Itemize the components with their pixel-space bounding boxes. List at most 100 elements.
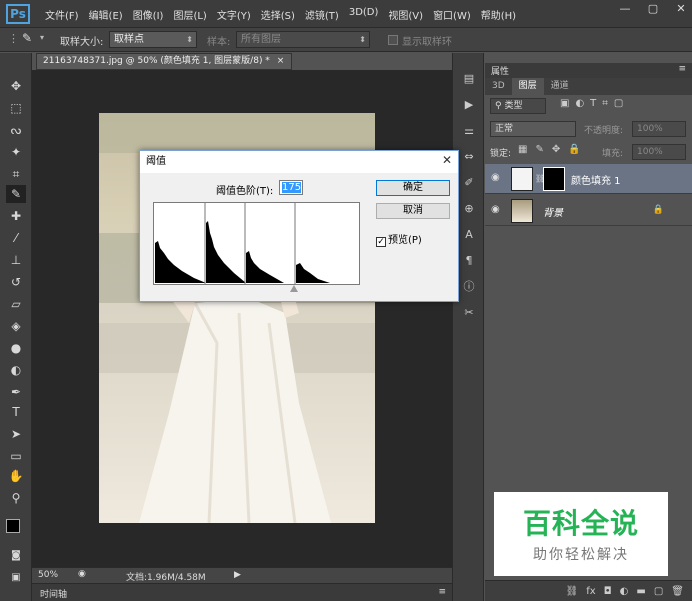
- sample-size-label: 取样大小:: [60, 37, 104, 48]
- layer-row-color-fill[interactable]: ◉ ⛓ 颜色填充 1: [485, 164, 692, 194]
- history-brush-tool-icon[interactable]: ↺: [6, 273, 26, 291]
- path-selection-tool-icon[interactable]: ➤: [6, 425, 26, 443]
- rectangle-tool-icon[interactable]: ▭: [6, 447, 26, 465]
- menu-view[interactable]: 视图(V): [383, 7, 428, 22]
- close-icon[interactable]: ✕: [442, 153, 452, 167]
- timeline-menu-icon[interactable]: ≡: [438, 587, 446, 597]
- layer-row-background[interactable]: ◉ 背景 🔒: [485, 196, 692, 226]
- tab-3d[interactable]: 3D: [485, 78, 512, 95]
- brush-panel-icon[interactable]: ✐: [460, 175, 478, 191]
- menu-window[interactable]: 窗口(W): [428, 7, 476, 22]
- magic-wand-tool-icon[interactable]: ✦: [6, 143, 26, 161]
- move-tool-icon[interactable]: ✥: [6, 77, 26, 95]
- document-tab[interactable]: 21163748371.jpg @ 50% (颜色填充 1, 图层蒙版/8) *…: [36, 53, 292, 70]
- menu-select[interactable]: 选择(S): [256, 7, 300, 22]
- new-layer-icon[interactable]: ▢: [654, 586, 663, 597]
- menu-3d[interactable]: 3D(D): [344, 7, 384, 22]
- tab-layers[interactable]: 图层: [511, 78, 544, 95]
- dodge-tool-icon[interactable]: ◐: [6, 361, 26, 379]
- threshold-histogram: [153, 202, 360, 285]
- opacity-label: 不透明度:: [584, 126, 624, 136]
- opacity-input[interactable]: 100%: [632, 121, 686, 137]
- link-layers-icon[interactable]: ⛓: [566, 586, 579, 597]
- watermark-sub-text: 助你轻松解决: [533, 547, 629, 563]
- tools-panel: ✥ ⬚ ᔓ ✦ ⌗ ✎ ✚ ⁄ ⊥ ↺ ▱ ◈ ● ◐ ✒ T ➤ ▭ ✋ ⚲ …: [0, 53, 32, 601]
- blend-mode-select[interactable]: 正常: [490, 121, 576, 137]
- sample-size-select[interactable]: 取样点: [109, 31, 197, 48]
- paragraph-panel-icon[interactable]: ¶: [460, 253, 478, 269]
- paint-bucket-tool-icon[interactable]: ◈: [6, 317, 26, 335]
- adjustment-layer-icon[interactable]: ◐: [620, 586, 629, 597]
- clone-source-icon[interactable]: ⊕: [460, 201, 478, 217]
- brush-tool-icon[interactable]: ⁄: [6, 229, 26, 247]
- info-panel-icon[interactable]: ⓘ: [460, 279, 478, 295]
- healing-tool-icon[interactable]: ✚: [6, 207, 26, 225]
- actions-panel-icon[interactable]: ▶: [460, 97, 478, 113]
- crop-tool-icon[interactable]: ⌗: [6, 165, 26, 183]
- restore-button[interactable]: ▢: [646, 2, 660, 16]
- status-info-icon[interactable]: ◉: [78, 569, 86, 579]
- zoom-tool-icon[interactable]: ⚲: [6, 489, 26, 507]
- threshold-level-input[interactable]: 175: [279, 180, 303, 195]
- menu-type[interactable]: 文字(Y): [212, 7, 256, 22]
- filter-icons[interactable]: ▣◐T⌗▢: [560, 98, 629, 109]
- visibility-eye-icon[interactable]: ◉: [491, 204, 500, 215]
- pen-tool-icon[interactable]: ✒: [6, 383, 26, 401]
- fill-label: 填充:: [602, 149, 624, 159]
- foreground-color-swatch[interactable]: [6, 519, 20, 533]
- lasso-tool-icon[interactable]: ᔓ: [6, 121, 26, 139]
- threshold-slider-handle[interactable]: [290, 285, 298, 292]
- layer-mask-thumbnail[interactable]: [543, 167, 565, 191]
- adjustments-panel-icon[interactable]: ⚌: [460, 123, 478, 139]
- screen-mode-icon[interactable]: ▣: [6, 569, 26, 587]
- eyedropper-icon[interactable]: ✎: [22, 31, 32, 45]
- delete-layer-icon[interactable]: 🗑: [671, 586, 684, 597]
- properties-header: 属性 ≡: [485, 63, 692, 78]
- show-ring-checkbox[interactable]: [388, 35, 398, 45]
- add-mask-icon[interactable]: ◘: [604, 586, 612, 597]
- document-tab-close-icon[interactable]: ×: [277, 56, 285, 66]
- fx-icon[interactable]: fx: [586, 586, 595, 597]
- menu-file[interactable]: 文件(F): [40, 7, 84, 22]
- blur-tool-icon[interactable]: ●: [6, 339, 26, 357]
- fill-input[interactable]: 100%: [632, 144, 686, 160]
- watermark-main-text: 百科全说: [522, 507, 639, 540]
- lock-icons[interactable]: ▦✎✥🔒: [518, 144, 589, 155]
- menu-image[interactable]: 图像(I): [128, 7, 169, 22]
- tool-presets-icon[interactable]: ✂: [460, 305, 478, 321]
- menu-edit[interactable]: 编辑(E): [84, 7, 128, 22]
- zoom-level[interactable]: 50%: [38, 570, 58, 580]
- cancel-button[interactable]: 取消: [376, 203, 450, 219]
- marquee-tool-icon[interactable]: ⬚: [6, 99, 26, 117]
- new-group-icon[interactable]: ▬: [636, 586, 645, 597]
- character-panel-icon[interactable]: A: [460, 227, 478, 243]
- timeline-tab[interactable]: 时间轴: [40, 587, 67, 600]
- eyedropper-tool-icon[interactable]: ✎: [6, 185, 26, 203]
- menu-layer[interactable]: 图层(L): [168, 7, 211, 22]
- status-menu-arrow-icon[interactable]: ▶: [234, 570, 241, 580]
- tool-preset-chevron-icon[interactable]: ▾: [40, 33, 44, 42]
- minimize-button[interactable]: —: [618, 2, 632, 16]
- menu-filter[interactable]: 滤镜(T): [300, 7, 344, 22]
- properties-title[interactable]: 属性: [491, 64, 509, 77]
- ok-button[interactable]: 确定: [376, 180, 450, 196]
- menu-help[interactable]: 帮助(H): [476, 7, 521, 22]
- layer-kind-filter[interactable]: ⚲ 类型: [490, 98, 546, 114]
- layer-name: 背景: [543, 208, 563, 219]
- sample-select[interactable]: 所有图层: [236, 31, 370, 48]
- visibility-eye-icon[interactable]: ◉: [491, 172, 500, 183]
- layer-panel-tabs: 3D 图层 通道: [485, 78, 692, 95]
- quick-mask-icon[interactable]: ◙: [6, 547, 26, 565]
- history-panel-icon[interactable]: ▤: [460, 71, 478, 87]
- eraser-tool-icon[interactable]: ▱: [6, 295, 26, 313]
- stamp-tool-icon[interactable]: ⊥: [6, 251, 26, 269]
- tab-channels[interactable]: 通道: [544, 78, 576, 95]
- hand-tool-icon[interactable]: ✋: [6, 467, 26, 485]
- timeline-bar: 时间轴 ≡: [32, 583, 452, 601]
- panel-menu-icon[interactable]: ≡: [678, 64, 686, 74]
- type-tool-icon[interactable]: T: [6, 403, 26, 421]
- preview-checkbox[interactable]: ✓ 预览(P): [376, 231, 422, 247]
- properties-panel-icon[interactable]: ⇔: [460, 149, 478, 165]
- threshold-level-label: 阈值色阶(T):: [216, 186, 274, 197]
- close-button[interactable]: ✕: [674, 2, 688, 16]
